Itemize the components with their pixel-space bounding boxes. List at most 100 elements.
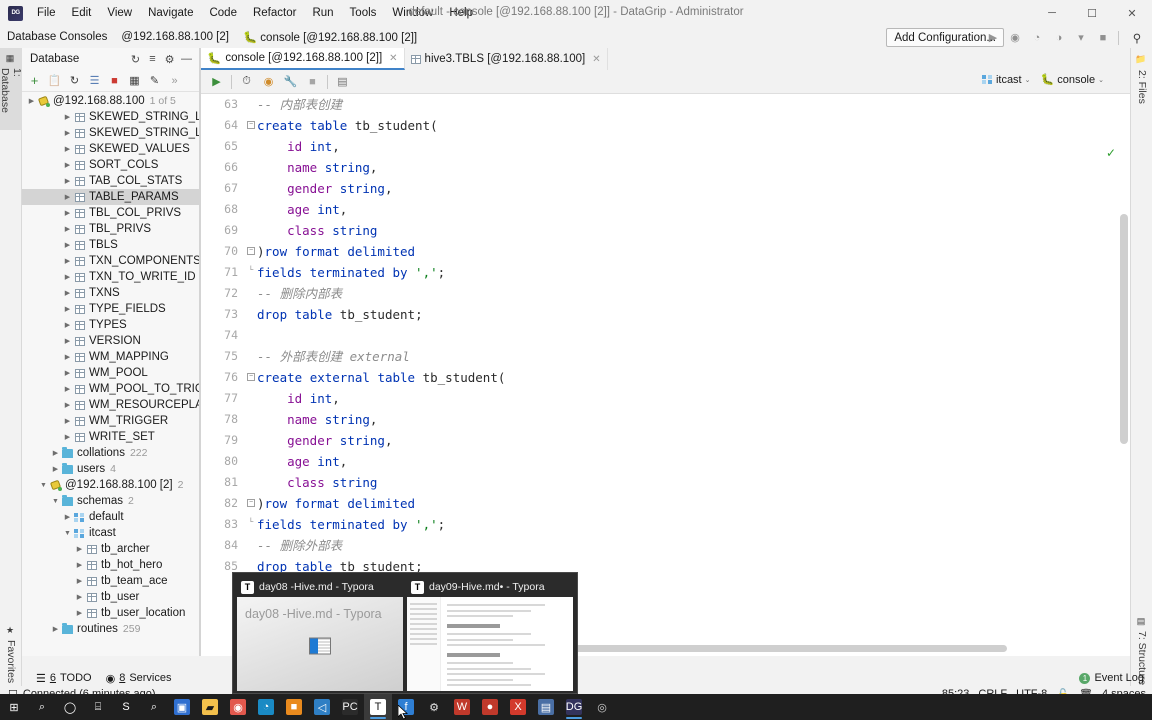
tree-item-type-fields[interactable]: ▶ TYPE_FIELDS bbox=[22, 301, 199, 317]
thumbnail-day09-preview[interactable] bbox=[407, 597, 573, 691]
code-line[interactable]: class string bbox=[257, 472, 1130, 493]
code-line[interactable]: age int, bbox=[257, 199, 1130, 220]
tab-hive3-tbls[interactable]: hive3.TBLS [@192.168.88.100] ✕ bbox=[405, 48, 608, 70]
menu-file[interactable]: File bbox=[29, 4, 64, 22]
close-icon[interactable]: ✕ bbox=[592, 54, 600, 65]
chevron-right-icon[interactable]: ▶ bbox=[62, 241, 73, 249]
tree-connection-row[interactable]: ▶ @192.168.88.100 1 of 5 bbox=[22, 93, 199, 109]
thumbnail-day09[interactable]: T day09-Hive.md• - Typora bbox=[407, 577, 573, 691]
tree-item-tb-user-location[interactable]: ▶ tb_user_location bbox=[22, 605, 199, 621]
chevron-right-icon[interactable]: ▶ bbox=[62, 321, 73, 329]
vertical-scrollbar[interactable] bbox=[1120, 214, 1128, 444]
code-line[interactable]: create table tb_student( bbox=[257, 115, 1130, 136]
wps-icon[interactable]: W bbox=[448, 694, 476, 720]
close-button[interactable]: ✕ bbox=[1112, 0, 1152, 26]
chevron-right-icon[interactable]: ▶ bbox=[62, 385, 73, 393]
vmware-icon[interactable]: ▤ bbox=[532, 694, 560, 720]
stop-icon[interactable]: ■ bbox=[302, 71, 323, 92]
tree-item-wm-pool[interactable]: ▶ WM_POOL bbox=[22, 365, 199, 381]
tree-item-sort-cols[interactable]: ▶ SORT_COLS bbox=[22, 157, 199, 173]
start-button[interactable]: ⊞ bbox=[0, 694, 28, 720]
tree-item-wm-trigger[interactable]: ▶ WM_TRIGGER bbox=[22, 413, 199, 429]
chevron-right-icon[interactable]: ▶ bbox=[62, 273, 73, 281]
chevron-right-icon[interactable]: ▶ bbox=[50, 625, 61, 633]
cortana-icon[interactable]: ◯ bbox=[56, 694, 84, 720]
fold-end-icon[interactable]: − bbox=[247, 499, 255, 507]
tree-item-write-set[interactable]: ▶ WRITE_SET bbox=[22, 429, 199, 445]
tree-item-wm-mapping[interactable]: ▶ WM_MAPPING bbox=[22, 349, 199, 365]
menu-edit[interactable]: Edit bbox=[64, 4, 100, 22]
tree-item-skewed-string-lis[interactable]: ▶ SKEWED_STRING_LIS bbox=[22, 109, 199, 125]
params-icon[interactable]: ◉ bbox=[258, 71, 279, 92]
menu-navigate[interactable]: Navigate bbox=[140, 4, 201, 22]
code-line[interactable]: age int, bbox=[257, 451, 1130, 472]
sidebar-item-database[interactable]: ▦ 1: Database bbox=[0, 48, 23, 130]
chevron-right-icon[interactable]: ▶ bbox=[62, 129, 73, 137]
menu-help[interactable]: Help bbox=[441, 4, 481, 22]
add-icon[interactable]: + bbox=[25, 71, 44, 90]
chrome-icon[interactable]: ◉ bbox=[224, 694, 252, 720]
edge-icon[interactable]: ◔ bbox=[252, 694, 280, 720]
fold-end-icon[interactable]: − bbox=[247, 247, 255, 255]
vscode-icon[interactable]: ◁ bbox=[308, 694, 336, 720]
code-line[interactable]: )row format delimited bbox=[257, 241, 1130, 262]
profile-icon[interactable]: ◑ bbox=[1049, 28, 1069, 47]
code-line[interactable]: name string, bbox=[257, 157, 1130, 178]
pycharm-icon[interactable]: PC bbox=[336, 694, 364, 720]
chevron-right-icon[interactable]: ▶ bbox=[62, 401, 73, 409]
task-view-icon[interactable]: ⌸ bbox=[84, 694, 112, 720]
code-line[interactable]: fields terminated by ','; bbox=[257, 262, 1130, 283]
event-log-button[interactable]: 1 Event Log bbox=[1079, 672, 1144, 684]
tab-console[interactable]: 🐛 console [@192.168.88.100 [2]] ✕ bbox=[201, 48, 405, 70]
chevron-down-icon[interactable]: ▼ bbox=[38, 482, 49, 489]
search-everywhere-icon[interactable]: ⚲ bbox=[1128, 29, 1146, 47]
fold-marker-icon[interactable]: └ bbox=[247, 519, 255, 528]
code-line[interactable]: create external table tb_student( bbox=[257, 367, 1130, 388]
chevron-down-icon[interactable]: ▾ bbox=[1071, 28, 1091, 47]
chevron-right-icon[interactable]: ▶ bbox=[74, 545, 85, 553]
breadcrumb-server[interactable]: @192.168.88.100 [2] bbox=[114, 31, 236, 43]
menu-code[interactable]: Code bbox=[201, 4, 245, 22]
chevron-right-icon[interactable]: ▶ bbox=[62, 161, 73, 169]
chevron-right-icon[interactable]: ▶ bbox=[50, 465, 61, 473]
chevron-right-icon[interactable]: ▶ bbox=[62, 113, 73, 121]
chevron-right-icon[interactable]: ▶ bbox=[62, 193, 73, 201]
fold-marker-icon[interactable]: └ bbox=[247, 267, 255, 276]
breadcrumb-root[interactable]: Database Consoles bbox=[0, 31, 114, 43]
stop-icon[interactable]: ■ bbox=[1093, 28, 1113, 47]
tree-item-tbl-privs[interactable]: ▶ TBL_PRIVS bbox=[22, 221, 199, 237]
search-icon[interactable]: ⌕ bbox=[28, 694, 56, 720]
sync-icon[interactable]: ↻ bbox=[127, 51, 144, 68]
code-line[interactable]: -- 内部表创建 bbox=[257, 94, 1130, 115]
chevron-right-icon[interactable]: ▶ bbox=[62, 289, 73, 297]
maximize-button[interactable]: ☐ bbox=[1072, 0, 1112, 26]
tree-item-wm-pool-to-trigg[interactable]: ▶ WM_POOL_TO_TRIGG bbox=[22, 381, 199, 397]
history-icon[interactable]: ⏱ bbox=[236, 71, 257, 92]
code-line[interactable]: name string, bbox=[257, 409, 1130, 430]
tree-item-tb-hot-hero[interactable]: ▶ tb_hot_hero bbox=[22, 557, 199, 573]
tool-window-todo[interactable]: ☰ 6 TODO bbox=[36, 672, 92, 685]
chevron-right-icon[interactable]: ▶ bbox=[62, 145, 73, 153]
thumbnail-day08[interactable]: T day08 -Hive.md - Typora day08 -Hive.md… bbox=[237, 577, 403, 691]
file-explorer-icon[interactable]: ▰ bbox=[196, 694, 224, 720]
minimize-button[interactable]: ─ bbox=[1032, 0, 1072, 26]
more-icon[interactable]: » bbox=[165, 71, 184, 90]
snipaste-icon[interactable]: S bbox=[112, 694, 140, 720]
copy-icon[interactable]: 📋 bbox=[45, 71, 64, 90]
fold-toggle-icon[interactable]: − bbox=[247, 373, 255, 381]
chevron-right-icon[interactable]: ▶ bbox=[62, 353, 73, 361]
code-line[interactable]: id int, bbox=[257, 388, 1130, 409]
chevron-right-icon[interactable]: ▶ bbox=[62, 433, 73, 441]
qq-browser-icon[interactable]: ■ bbox=[280, 694, 308, 720]
sidebar-item-files[interactable]: 📁 2: Files bbox=[1131, 48, 1152, 110]
tree-item-tb-archer[interactable]: ▶ tb_archer bbox=[22, 541, 199, 557]
chevron-down-icon[interactable]: ▼ bbox=[50, 498, 61, 505]
chevron-right-icon[interactable]: ▶ bbox=[74, 561, 85, 569]
tree-item-txn-components[interactable]: ▶ TXN_COMPONENTS bbox=[22, 253, 199, 269]
tree-item-tb-team-ace[interactable]: ▶ tb_team_ace bbox=[22, 573, 199, 589]
collapse-all-icon[interactable]: ≡ bbox=[144, 51, 161, 68]
tree-item-txns[interactable]: ▶ TXNS bbox=[22, 285, 199, 301]
table-icon[interactable]: ▦ bbox=[125, 71, 144, 90]
chevron-right-icon[interactable]: ▶ bbox=[74, 609, 85, 617]
other-app-icon[interactable]: ◎ bbox=[588, 694, 616, 720]
